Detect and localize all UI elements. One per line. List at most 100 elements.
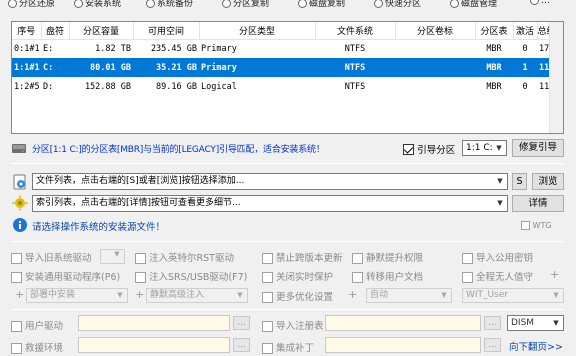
mode-option-label: 磁盘管理 [461,0,498,9]
registry-browse-button[interactable]: ... [484,316,501,330]
auto-mode-select[interactable]: 自动 ▼ [366,288,452,303]
mode-option[interactable]: 安装系统 [74,0,122,9]
integrate-patch-toggle[interactable]: 集成补丁 [262,340,314,354]
chevron-down-icon: ▼ [496,144,502,152]
inject-intel-rst-toggle[interactable]: 注入英特尔RST驱动 [135,250,234,264]
column-header[interactable]: 序号 [12,22,42,40]
index-list-placeholder: 索引列表，点击右端的[详情]按钮可查看更多细节... [36,198,241,208]
mode-option[interactable]: 磁盘复制 [298,0,345,9]
dism-select[interactable]: DISM ▼ [507,315,564,331]
rescue-env-toggle[interactable]: 救援环境 [11,340,63,354]
table-header-row: 序号 盘符 分区容量 可用空间 分区类型 文件系统 分区卷标 分区表 激活 总线 [12,22,552,40]
import-public-key-toggle[interactable]: 导入公用密钥 [462,250,533,264]
vertical-scrollbar[interactable] [549,22,563,133]
migrate-user-docs-label: 转移用户文档 [366,272,424,283]
plus-icon: + [15,288,25,301]
cell-capacity: 152.88 GB [84,81,131,92]
user-name-value: WIT_User [466,290,509,300]
silent-inject-select[interactable]: 静默高级注入 ▼ [146,288,248,303]
divider [11,309,564,310]
user-driver-toggle[interactable]: 用户驱动 [11,318,63,332]
column-header[interactable]: 文件系统 [315,22,396,40]
checkbox-icon [262,343,273,354]
wtg-toggle[interactable]: WTG [521,221,552,230]
mode-option[interactable]: 系统备份 [146,0,193,9]
column-header[interactable]: 分区表 [475,22,514,40]
cell-table: MBR [475,58,513,77]
user-driver-browse-button[interactable]: ... [233,316,250,330]
old-driver-select[interactable]: ▼ [100,249,125,264]
mode-option[interactable]: 磁盘管理 [450,0,498,9]
checkbox-icon [462,253,473,264]
patch-browse-button[interactable]: ... [484,338,501,352]
user-name-select[interactable]: WIT_User ▼ [462,288,564,303]
radio-icon [374,0,383,8]
cell-free: 35.21 GB [133,58,199,77]
patch-path-input[interactable] [325,337,481,353]
partition-list[interactable]: 序号 盘符 分区容量 可用空间 分区类型 文件系统 分区卷标 分区表 激活 总线… [11,21,564,134]
registry-path-input[interactable] [325,315,481,331]
chevron-down-icon: ▼ [117,291,123,299]
next-page-link[interactable]: 向下翻页>> [509,339,563,353]
import-old-driver-label: 导入旧系统驱动 [25,253,92,264]
column-header[interactable]: 激活 [513,22,538,40]
disable-old-update-toggle[interactable]: 禁止跨版本更新 [262,250,343,264]
index-list-select[interactable]: 索引列表，点击右端的[详情]按钮可查看更多细节... ▼ [32,195,508,212]
mode-option[interactable]: … [530,0,550,6]
inject-usb-toggle[interactable]: 注入SRS/USB驱动(F7) [135,269,247,283]
cell-capacity: 1.82 TB [95,43,131,54]
rescue-env-path-input[interactable] [78,337,230,353]
mode-option[interactable]: 分区复制 [222,0,270,9]
checkbox-icon [352,272,363,283]
hard-disk-icon [12,144,26,153]
unattended-toggle[interactable]: 全程无人值守 [462,269,533,283]
mode-option-label: 安装系统 [85,0,122,9]
more-optimize-toggle[interactable]: 更多优化设置 [262,289,333,303]
import-old-driver-toggle[interactable]: 导入旧系统驱动 [11,250,92,264]
disable-realtime-toggle[interactable]: 关闭实时保护 [262,269,333,283]
cell-drive: E: [43,43,54,54]
sun-index-icon [12,195,28,211]
mode-option-label: 分区复制 [233,0,270,9]
mode-option[interactable]: 分区还原 [8,0,56,9]
boot-partition-select[interactable]: 1:1 C: ▼ [462,140,507,156]
cell-drive: C: [41,58,69,77]
s-button[interactable]: S [512,173,527,190]
column-header[interactable]: 分区容量 [69,22,134,40]
migrate-user-docs-toggle[interactable]: 转移用户文档 [352,269,423,283]
column-header[interactable]: 分区类型 [199,22,316,40]
column-header[interactable]: 分区卷标 [395,22,476,40]
rescue-env-browse-button[interactable]: ... [233,338,250,352]
column-header[interactable]: 可用空间 [133,22,200,40]
cell-free: 235.45 GB [150,43,197,54]
mode-option-label: 分区还原 [19,0,56,9]
checkbox-icon [462,272,473,283]
cell-drive: D: [43,81,54,92]
cell-table: MBR [486,43,502,54]
mode-option-label: 快速分区 [385,0,422,9]
install-generic-driver-toggle[interactable]: 安装通用驱动程序(P6) [11,269,120,283]
checkbox-icon [135,253,146,264]
checkbox-icon [11,343,22,354]
checkbox-icon [11,321,22,332]
mode-option[interactable]: 快速分区 [374,0,422,9]
table-row[interactable]: 1:1#1 C: 80.01 GB 35.21 GB Primary NTFS … [12,58,551,77]
details-button[interactable]: 详情 [512,195,564,212]
table-row[interactable]: 1:2#5 D: 152.88 GB 89.16 GB Logical NTFS… [12,77,551,96]
user-driver-path-input[interactable] [78,315,230,331]
browse-button[interactable]: 浏览 [532,173,564,190]
operation-mode-strip: 分区还原 安装系统 系统备份 分区复制 磁盘复制 快速分区 磁盘管理 … [0,0,576,9]
user-driver-label: 用户驱动 [25,321,64,332]
silent-elevate-toggle[interactable]: 静默提升权限 [352,250,423,264]
boot-partition-toggle[interactable]: 引导分区 [403,142,455,156]
radio-icon [450,0,459,8]
import-registry-toggle[interactable]: 导入注册表 [262,318,324,332]
column-header[interactable]: 盘符 [41,22,70,40]
table-row[interactable]: 0:1#1 E: 1.82 TB 235.45 GB Primary NTFS … [12,39,551,58]
file-list-select[interactable]: 文件列表，点击右端的[S]或者[浏览]按钮选择添加... ▼ [32,173,508,190]
repair-boot-button[interactable]: 修复引导 [512,139,564,157]
cell-type: Primary [199,58,315,77]
cell-active: 1 [513,58,537,77]
deploy-mode-select[interactable]: 部署中安装 ▼ [26,288,128,303]
boot-partition-label: 引导分区 [417,145,456,156]
